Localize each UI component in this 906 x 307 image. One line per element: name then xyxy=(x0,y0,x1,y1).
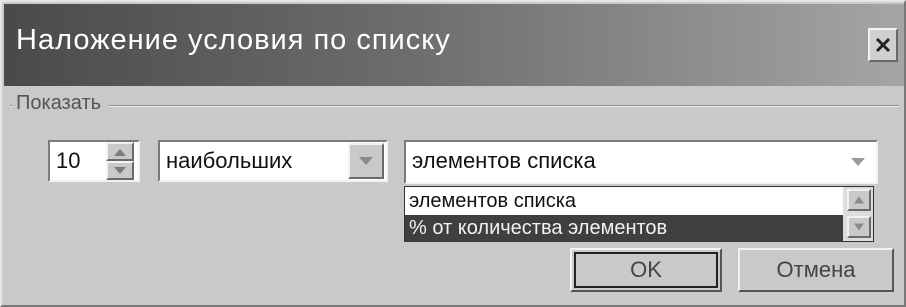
scroll-up-button[interactable] xyxy=(847,189,871,211)
spin-up-button[interactable] xyxy=(106,142,134,161)
scroll-down-icon xyxy=(854,223,864,231)
type-dropdown-list[interactable]: элементов списка % от количества элемент… xyxy=(404,186,874,242)
list-scrollbar[interactable] xyxy=(843,187,873,241)
cancel-button[interactable]: Отмена xyxy=(738,248,894,292)
arrow-down-icon xyxy=(114,166,126,174)
arrow-up-icon xyxy=(114,148,126,156)
order-dropdown-button[interactable] xyxy=(348,143,384,179)
dialog-title: Наложение условия по списку xyxy=(16,24,451,56)
chevron-down-icon xyxy=(851,158,865,166)
cancel-button-label: Отмена xyxy=(776,257,856,282)
list-item[interactable]: элементов списка xyxy=(405,188,843,215)
scroll-down-button[interactable] xyxy=(847,216,871,238)
spin-down-button[interactable] xyxy=(106,161,134,180)
close-button[interactable] xyxy=(868,28,898,62)
scroll-up-icon xyxy=(854,196,864,204)
type-select-value: элементов списка xyxy=(412,148,596,173)
ok-button[interactable]: OK xyxy=(570,248,722,292)
type-select[interactable]: элементов списка xyxy=(404,140,878,184)
type-dropdown-button[interactable] xyxy=(840,143,876,181)
count-value: 10 xyxy=(56,148,81,173)
autofilter-top10-dialog: Наложение условия по списку Показать 10 … xyxy=(0,0,906,307)
group-divider xyxy=(10,105,898,107)
group-label: Показать xyxy=(12,92,110,115)
title-bar[interactable]: Наложение условия по списку xyxy=(4,4,904,86)
ok-button-label: OK xyxy=(630,257,662,282)
close-icon xyxy=(875,37,891,53)
list-item-selected[interactable]: % от количества элементов xyxy=(405,215,843,242)
chevron-down-icon xyxy=(359,157,373,165)
order-select-value: наибольших xyxy=(166,148,293,173)
